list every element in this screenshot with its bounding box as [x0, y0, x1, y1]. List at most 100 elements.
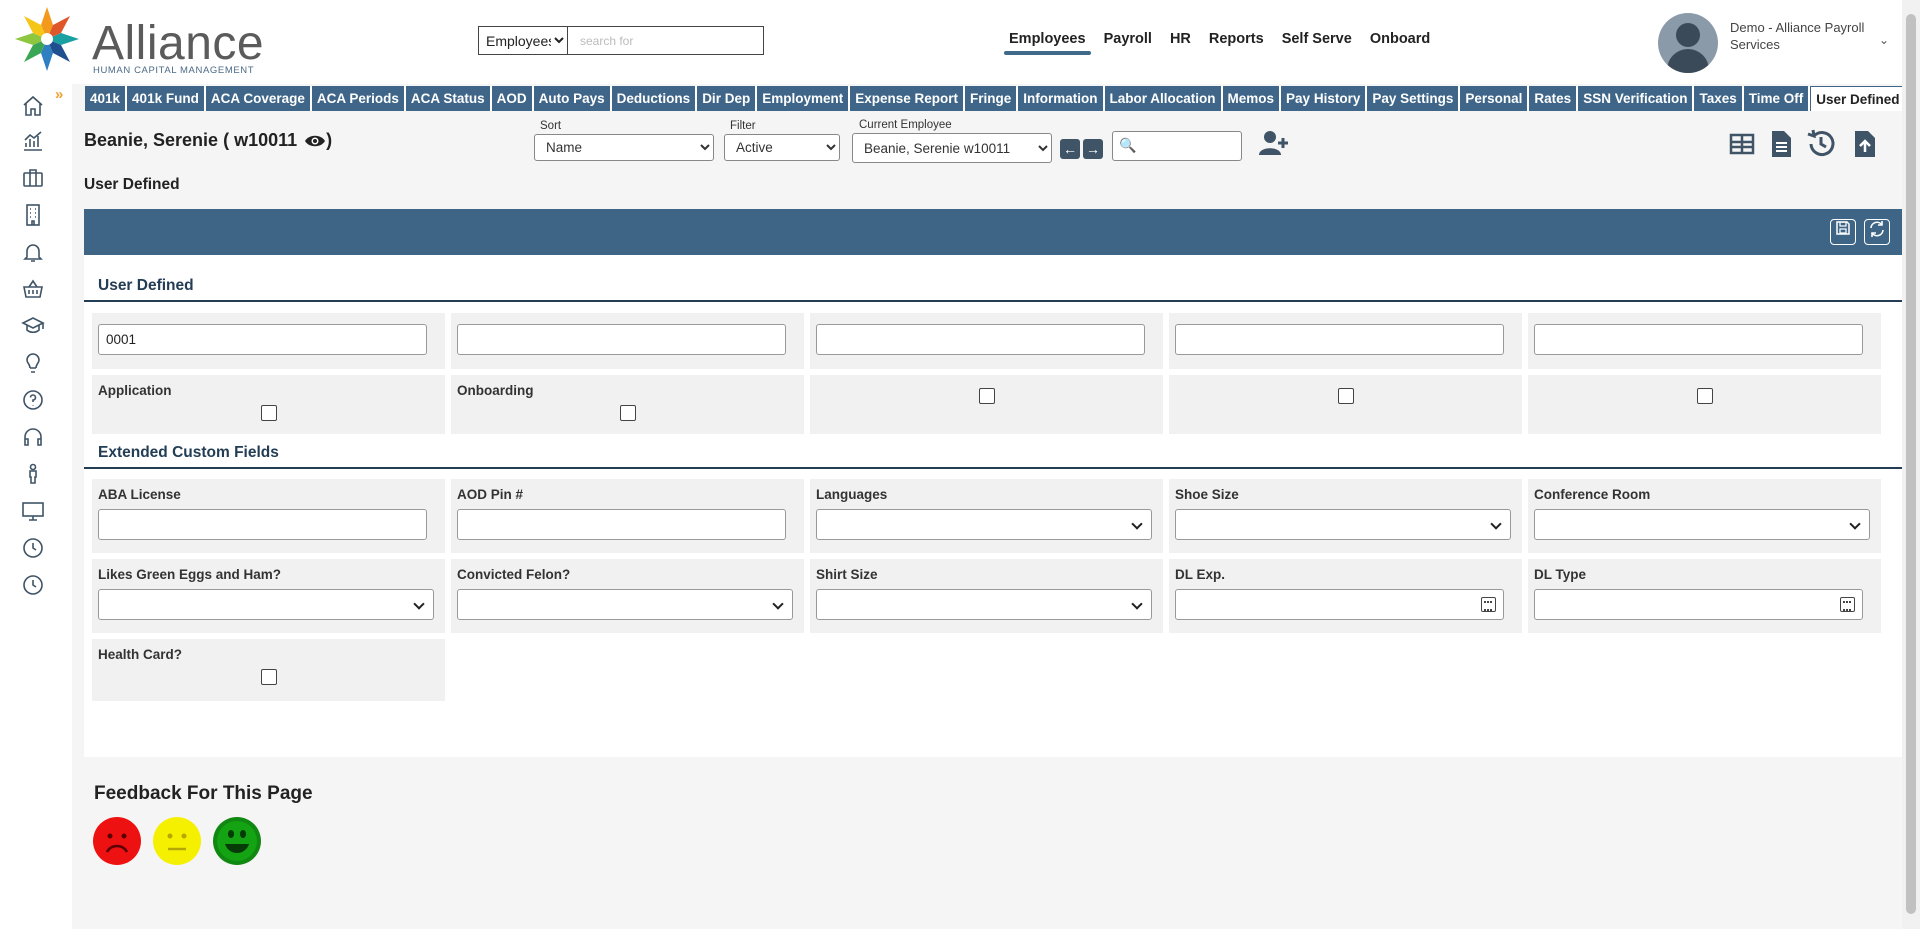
- scrollbar-thumb[interactable]: [1906, 14, 1916, 914]
- calendar-icon[interactable]: [1840, 597, 1855, 612]
- user-defined-checkbox-5[interactable]: [1697, 388, 1713, 404]
- dl-type-input[interactable]: [1534, 589, 1863, 620]
- happy-face-icon[interactable]: [213, 817, 261, 865]
- tab-personal[interactable]: Personal: [1460, 86, 1530, 111]
- neutral-face-icon[interactable]: [153, 817, 201, 865]
- bell-icon[interactable]: [20, 239, 46, 265]
- user-menu[interactable]: Demo - Alliance Payroll Services ⌄: [1658, 13, 1898, 75]
- person-icon[interactable]: [20, 461, 46, 487]
- shoe-size-select[interactable]: [1175, 509, 1511, 540]
- employee-search-input[interactable]: 🔍: [1112, 131, 1242, 161]
- next-employee-button[interactable]: →: [1083, 139, 1103, 159]
- basket-icon[interactable]: [20, 276, 46, 302]
- analytics-icon[interactable]: [20, 128, 46, 154]
- user-defined-input-4[interactable]: [1175, 324, 1504, 355]
- tab-labor-allocation[interactable]: Labor Allocation: [1104, 86, 1223, 111]
- calendar-icon[interactable]: [1481, 597, 1496, 612]
- page-scrollbar[interactable]: [1902, 0, 1920, 929]
- briefcase-icon[interactable]: [20, 165, 46, 191]
- languages-select[interactable]: [816, 509, 1152, 540]
- nav-reports[interactable]: Reports: [1200, 31, 1273, 55]
- current-employee-select[interactable]: Beanie, Serenie w10011: [852, 133, 1052, 163]
- user-defined-input-2[interactable]: [457, 324, 786, 355]
- aba-license-input[interactable]: [98, 509, 427, 540]
- home-icon[interactable]: [20, 93, 46, 119]
- tab-expense-report[interactable]: Expense Report: [850, 86, 965, 111]
- prev-employee-button[interactable]: ←: [1060, 139, 1080, 159]
- graduation-cap-icon[interactable]: [20, 313, 46, 339]
- user-defined-input-1[interactable]: [98, 324, 427, 355]
- headset-icon[interactable]: [20, 424, 46, 450]
- tab-taxes[interactable]: Taxes: [1694, 86, 1744, 111]
- user-defined-check-5: [1528, 375, 1881, 434]
- tab-aca-status[interactable]: ACA Status: [405, 86, 492, 111]
- nav-hr[interactable]: HR: [1161, 31, 1200, 55]
- help-icon[interactable]: [20, 387, 46, 413]
- nav-onboard[interactable]: Onboard: [1361, 31, 1439, 55]
- nav-self-serve[interactable]: Self Serve: [1273, 31, 1361, 55]
- nav-payroll[interactable]: Payroll: [1095, 31, 1161, 55]
- shoe-size-field: Shoe Size: [1169, 479, 1522, 553]
- clock-icon[interactable]: [20, 535, 46, 561]
- conference-room-field: Conference Room: [1528, 479, 1881, 553]
- sad-face-icon[interactable]: [93, 817, 141, 865]
- tab-pay-history[interactable]: Pay History: [1281, 86, 1368, 111]
- tab-aca-periods[interactable]: ACA Periods: [311, 86, 406, 111]
- add-employee-icon[interactable]: [1258, 128, 1290, 158]
- user-defined-input-3[interactable]: [816, 324, 1145, 355]
- building-icon[interactable]: [20, 202, 46, 228]
- nav-employees[interactable]: Employees: [1000, 31, 1095, 55]
- grid-view-icon[interactable]: [1726, 128, 1758, 160]
- tab-aod[interactable]: AOD: [491, 86, 534, 111]
- onboarding-checkbox[interactable]: [620, 405, 636, 421]
- time-off-clock-icon[interactable]: [20, 572, 46, 598]
- refresh-button[interactable]: [1864, 219, 1890, 245]
- tab-employment[interactable]: Employment: [757, 86, 851, 111]
- history-icon[interactable]: [1805, 128, 1837, 160]
- global-search-input[interactable]: [568, 26, 764, 55]
- application-checkbox[interactable]: [261, 405, 277, 421]
- user-defined-input-5[interactable]: [1534, 324, 1863, 355]
- user-defined-field-2: [451, 313, 804, 369]
- alliance-logo[interactable]: Alliance HUMAN CAPITAL MANAGEMENT: [9, 2, 264, 76]
- user-defined-checkbox-4[interactable]: [1338, 388, 1354, 404]
- monitor-icon[interactable]: [20, 498, 46, 524]
- aod-pin-input[interactable]: [457, 509, 786, 540]
- lightbulb-icon[interactable]: [20, 350, 46, 376]
- tab-401k-fund[interactable]: 401k Fund: [127, 86, 206, 111]
- tab-fringe[interactable]: Fringe: [965, 86, 1019, 111]
- green-eggs-select[interactable]: [98, 589, 434, 620]
- tab-deductions[interactable]: Deductions: [611, 86, 698, 111]
- shirt-size-select[interactable]: [816, 589, 1152, 620]
- tab-information[interactable]: Information: [1018, 86, 1105, 111]
- convicted-felon-select[interactable]: [457, 589, 793, 620]
- search-scope-select[interactable]: Employees: [478, 26, 568, 55]
- tab-auto-pays[interactable]: Auto Pays: [533, 86, 612, 111]
- user-name: Demo - Alliance Payroll Services: [1730, 20, 1865, 52]
- document-icon[interactable]: [1765, 128, 1797, 160]
- chevron-down-icon[interactable]: ⌄: [1879, 33, 1889, 47]
- tab-time-off[interactable]: Time Off: [1743, 86, 1811, 111]
- sidebar-expand-icon[interactable]: »: [55, 86, 63, 103]
- user-defined-checkbox-3[interactable]: [979, 388, 995, 404]
- current-employee-label: Current Employee: [859, 119, 952, 131]
- tab-ssn-verification[interactable]: SSN Verification: [1578, 86, 1695, 111]
- tab-dir-dep[interactable]: Dir Dep: [697, 86, 758, 111]
- tab-rates[interactable]: Rates: [1529, 86, 1579, 111]
- onboarding-field: Onboarding: [451, 375, 804, 434]
- tab-memos[interactable]: Memos: [1222, 86, 1282, 111]
- conference-room-select[interactable]: [1534, 509, 1870, 540]
- tab-pay-settings[interactable]: Pay Settings: [1367, 86, 1461, 111]
- upload-icon[interactable]: [1849, 128, 1881, 160]
- dl-exp-input[interactable]: [1175, 589, 1504, 620]
- tab-user-defined[interactable]: User Defined: [1810, 86, 1906, 111]
- sort-select[interactable]: Name: [534, 134, 714, 161]
- filter-select[interactable]: Active: [724, 134, 840, 161]
- eye-icon[interactable]: [304, 134, 326, 148]
- user-defined-field-3: [810, 313, 1163, 369]
- tab-401k[interactable]: 401k: [85, 86, 128, 111]
- save-button[interactable]: [1830, 219, 1856, 245]
- health-card-checkbox[interactable]: [261, 669, 277, 685]
- tab-aca-coverage[interactable]: ACA Coverage: [205, 86, 312, 111]
- application-field: Application: [92, 375, 445, 434]
